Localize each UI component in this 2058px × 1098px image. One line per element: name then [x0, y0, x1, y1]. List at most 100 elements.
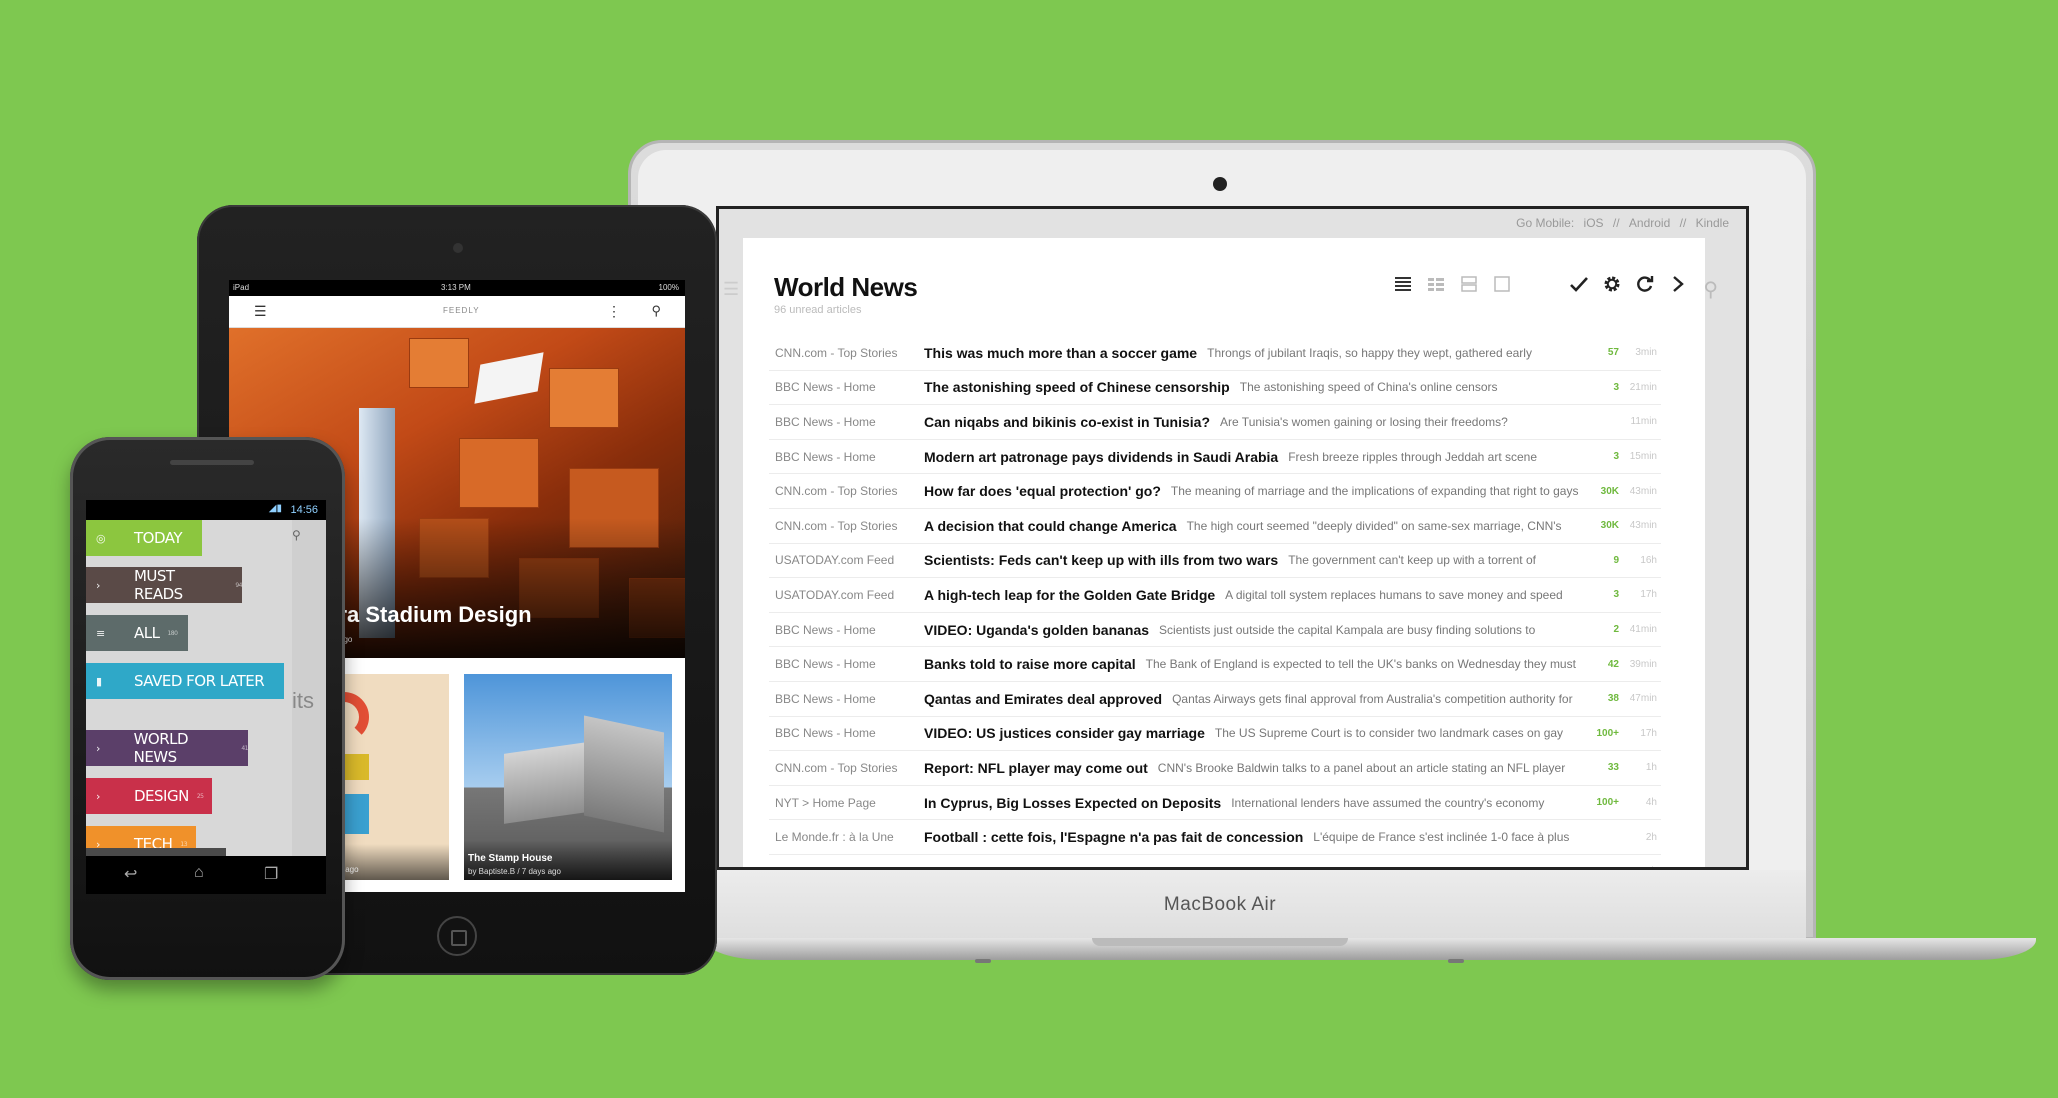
article-row[interactable]: CNN.com - Top Stories This was much more … — [769, 336, 1661, 371]
article-age: 43min — [1629, 485, 1657, 497]
article-title: Banks told to raise more capital — [924, 656, 1136, 673]
article-age: 11min — [1630, 416, 1658, 428]
article-age: 4h — [1645, 797, 1657, 809]
recent-apps-icon[interactable]: ❐ — [264, 864, 278, 884]
article-count: 33 — [1607, 762, 1619, 774]
article-count: 3 — [1613, 589, 1619, 601]
article-row[interactable]: CNN.com - Top Stories Report: NFL player … — [769, 751, 1661, 786]
tablet-status-bar: iPad 3:13 PM 100% — [229, 280, 685, 296]
android-nav-bar: ↩ ⌂ ❐ — [86, 856, 326, 894]
article-title: VIDEO: Uganda's golden bananas — [924, 621, 1150, 638]
chevron-right-icon: › — [96, 578, 100, 592]
article-source: BBC News - Home — [775, 449, 876, 464]
article-source: BBC News - Home — [775, 380, 876, 395]
article-title: How far does 'equal protection' go? — [924, 483, 1161, 500]
back-icon[interactable]: ↩ — [124, 864, 137, 884]
tablet-app-bar: ☰ FEEDLY ⋮ ⚲ — [229, 296, 685, 328]
menu-item-label: MUST READS — [133, 567, 183, 603]
refresh-icon[interactable] — [1635, 274, 1654, 293]
article-row[interactable]: NYT > Home Page In Cyprus, Big Losses Exp… — [769, 786, 1661, 821]
article-age: 16h — [1640, 554, 1657, 566]
article-snippet: The government can't keep up with a torr… — [1288, 553, 1536, 568]
article-snippet: Qantas Airways gets final approval from … — [1172, 691, 1573, 706]
menu-item-all[interactable]: ≡ ALL 180 — [86, 615, 188, 651]
article-source: BBC News - Home — [775, 622, 876, 637]
card-meta: by Baptiste.B / 7 days ago — [468, 867, 561, 876]
article-age: 2h — [1645, 831, 1657, 843]
article-snippet: Scientists just outside the capital Kamp… — [1159, 622, 1536, 637]
article-panel: World News 96 unread articles CNN.com - … — [743, 238, 1705, 867]
article-snippet: The US Supreme Court is to consider two … — [1214, 726, 1564, 741]
go-mobile-ios-link[interactable]: iOS — [1584, 216, 1604, 230]
card-view-icon[interactable] — [1459, 274, 1478, 293]
compact-view-icon[interactable] — [1426, 274, 1445, 293]
article-snippet: The meaning of marriage and the implicat… — [1170, 484, 1579, 499]
article-row[interactable]: USATODAY.com Feed Scientists: Feds can't … — [769, 544, 1661, 579]
more-options-icon[interactable]: ⋮ — [607, 303, 621, 320]
article-row[interactable]: BBC News - Home Banks told to raise more … — [769, 647, 1661, 682]
article-row[interactable]: CNN.com - Top Stories A decision that cou… — [769, 509, 1661, 544]
gear-icon[interactable] — [1602, 274, 1621, 293]
home-icon[interactable]: ⌂ — [194, 864, 204, 882]
article-snippet: Are Tunisia's women gaining or losing th… — [1220, 414, 1508, 429]
article-row[interactable]: BBC News - Home VIDEO: US justices consid… — [769, 717, 1661, 752]
article-row[interactable]: BBC News - Home The astonishing speed of … — [769, 371, 1661, 406]
menu-item-count: 180 — [167, 629, 178, 637]
article-snippet: The astonishing speed of China's online … — [1239, 380, 1498, 395]
list-view-icon[interactable] — [1393, 274, 1412, 293]
article-row[interactable]: BBC News - Home Can niqabs and bikinis co… — [769, 405, 1661, 440]
article-row[interactable]: BBC News - HomePope Francis shuns grand … — [769, 855, 1661, 867]
article-title: Football : cette fois, l'Espagne n'a pas… — [924, 829, 1304, 846]
full-view-icon[interactable] — [1492, 274, 1511, 293]
go-mobile-android-link[interactable]: Android — [1629, 216, 1670, 230]
menu-item-design[interactable]: › DESIGN 25 — [86, 778, 212, 814]
tablet-battery: 100% — [658, 283, 679, 292]
menu-item-saved-for-later[interactable]: ▮ SAVED FOR LATER — [86, 663, 284, 699]
article-count: 57 — [1607, 347, 1619, 359]
hamburger-menu-icon[interactable]: ☰ — [254, 303, 267, 320]
toolbar — [1393, 274, 1687, 293]
chevron-right-icon[interactable] — [1668, 274, 1687, 293]
article-snippet: Fresh breeze ripples through Jeddah art … — [1288, 449, 1538, 464]
search-icon[interactable]: ⚲ — [651, 303, 661, 319]
go-mobile-separator: // — [1679, 216, 1687, 230]
menu-item-world-news[interactable]: › WORLD NEWS 41 — [86, 730, 248, 766]
search-icon[interactable]: ⚲ — [292, 528, 301, 542]
tablet-device-label: iPad — [233, 283, 250, 292]
menu-item-count: 94 — [235, 581, 242, 589]
article-age: 47min — [1629, 693, 1657, 705]
article-count: 42 — [1607, 658, 1619, 670]
hamburger-menu-icon[interactable]: ☰ — [723, 279, 739, 300]
article-row[interactable]: BBC News - Home Qantas and Emirates deal … — [769, 682, 1661, 717]
article-row[interactable]: CNN.com - Top Stories How far does 'equal… — [769, 474, 1661, 509]
article-row[interactable]: BBC News - Home VIDEO: Uganda's golden ba… — [769, 613, 1661, 648]
tablet-home-button[interactable] — [437, 916, 477, 956]
menu-item-today[interactable]: ◎ TODAY — [86, 520, 202, 556]
menu-item-count: 13 — [180, 840, 188, 848]
go-mobile-kindle-link[interactable]: Kindle — [1696, 216, 1729, 230]
article-age: 1h — [1645, 762, 1657, 774]
laptop-base — [706, 938, 2036, 960]
laptop-screen: Go Mobile: iOS // Android // Kindle ☰ ⚲ … — [716, 206, 1749, 870]
article-count: 100+ — [1596, 797, 1619, 809]
go-mobile-label: Go Mobile: — [1516, 216, 1575, 230]
article-count: 2 — [1613, 624, 1619, 636]
article-row[interactable]: BBC News - Home Modern art patronage pays… — [769, 440, 1661, 475]
check-icon[interactable] — [1569, 274, 1588, 293]
menu-item-must-reads[interactable]: › MUST READS 94 — [86, 567, 242, 603]
article-row[interactable]: USATODAY.com Feed A high-tech leap for th… — [769, 578, 1661, 613]
article-title: Scientists: Feds can't keep up with ills… — [924, 552, 1279, 569]
phone-status-bar: ◢▮ 14:56 — [86, 500, 326, 520]
article-card[interactable]: The Stamp House by Baptiste.B / 7 days a… — [464, 674, 672, 880]
laptop-notch — [1092, 938, 1348, 946]
article-row[interactable]: Le Monde.fr : à la Une Football : cette f… — [769, 820, 1661, 855]
article-snippet: CNN's Brooke Baldwin talks to a panel ab… — [1157, 760, 1566, 775]
background-text: its — [292, 688, 314, 713]
hero-article-title[interactable]: ura Stadium Design — [325, 602, 532, 628]
article-source: BBC News - Home — [775, 657, 876, 672]
article-count: 100+ — [1596, 727, 1619, 739]
search-icon[interactable]: ⚲ — [1703, 277, 1718, 302]
menu-item-count: 41 — [241, 744, 248, 752]
article-title: Report: NFL player may come out — [924, 759, 1148, 776]
bookmark-icon: ▮ — [96, 674, 102, 688]
